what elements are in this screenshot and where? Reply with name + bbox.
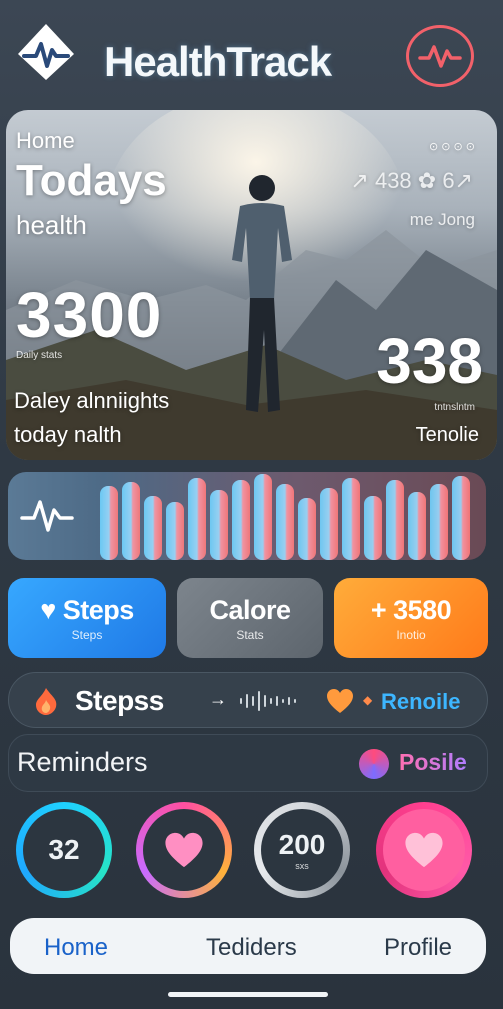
hero-card[interactable]: Home Todays health 3300 Daily stats Dale…: [6, 110, 497, 460]
heart-icon: [327, 689, 353, 713]
calories-tile-sub: Stats: [236, 627, 264, 642]
hero-right-top: ⊙ ⊙ ⊙ ⊙: [428, 141, 475, 153]
ring-3-value: 200: [278, 829, 326, 860]
ring-stat-4[interactable]: [376, 802, 472, 898]
value-tile[interactable]: + 3580 Inotio: [334, 578, 488, 658]
bar-label: Stepss: [75, 685, 164, 716]
steps-bar[interactable]: Stepss → ◆ Renoile: [8, 672, 488, 728]
hero-line-2: today nalth: [14, 422, 122, 447]
hero-value-right: 338: [376, 325, 483, 397]
hero-line-1: Daley alnniights: [14, 388, 170, 413]
hero-right-sub: me Jong: [409, 210, 475, 229]
pulse-icon: [418, 45, 462, 68]
activity-wave-graphic: [20, 474, 470, 560]
hero-value-left: 3300: [16, 279, 163, 351]
bar-dot: ◆: [363, 693, 373, 707]
reminders-profile-link[interactable]: Posile: [399, 749, 467, 776]
reminders-title: Reminders: [17, 747, 148, 777]
steps-tile[interactable]: ♥ Steps Steps: [8, 578, 166, 658]
hero-caption-right: tntnslntm: [434, 402, 475, 413]
app-title: HealthTrack: [104, 38, 332, 85]
pulse-icon: [20, 500, 74, 532]
calories-tile[interactable]: Calore Stats: [177, 578, 323, 658]
ring-1-value: 32: [48, 834, 80, 865]
heart-pulse-icon[interactable]: [14, 20, 78, 84]
steps-tile-sub: Steps: [71, 627, 103, 642]
nav-middle[interactable]: Tediders: [206, 934, 297, 962]
hero-small-label: Home: [16, 128, 75, 153]
ring-stat-2[interactable]: [136, 802, 232, 898]
hero-right-label: Tenolie: [415, 424, 479, 446]
steps-tile-label: ♥ Steps: [40, 594, 134, 625]
pulse-button[interactable]: [406, 25, 474, 87]
ring-stat-3[interactable]: 200 sxs: [254, 802, 350, 898]
reminders-row[interactable]: Reminders Posile: [8, 734, 488, 792]
heart-icon: ♥: [40, 594, 63, 625]
ring-3-sub: sxs: [295, 861, 309, 871]
nav-home[interactable]: Home: [44, 934, 108, 962]
ring-stat-1[interactable]: 32: [16, 802, 112, 898]
bottom-nav: Home Tediders Profile: [10, 918, 486, 974]
hero-subtitle: health: [16, 210, 87, 240]
value-tile-sub: Inotio: [396, 627, 426, 642]
audio-wave-icon: [240, 691, 296, 711]
calories-tile-label: Calore: [209, 594, 291, 625]
app-header: HealthTrack: [0, 0, 503, 108]
heart-icon: [405, 832, 443, 868]
value-tile-label: + 3580: [370, 594, 452, 625]
hero-right-mid: ↗ 438 ✿ 6↗: [350, 168, 473, 193]
hero-caption-left: Daily stats: [16, 350, 63, 361]
hero-title: Todays: [16, 156, 167, 205]
profile-icon: [359, 749, 389, 779]
heart-icon: [165, 832, 203, 868]
bar-right-label[interactable]: Renoile: [381, 689, 460, 715]
activity-wave-card[interactable]: [8, 472, 486, 560]
home-indicator[interactable]: [168, 992, 328, 997]
phone-screen: HealthTrack Home Todays health 3300 Dail…: [0, 0, 503, 1009]
nav-profile[interactable]: Profile: [384, 934, 452, 962]
bar-arrow: →: [209, 689, 227, 709]
flame-icon: [36, 688, 57, 715]
